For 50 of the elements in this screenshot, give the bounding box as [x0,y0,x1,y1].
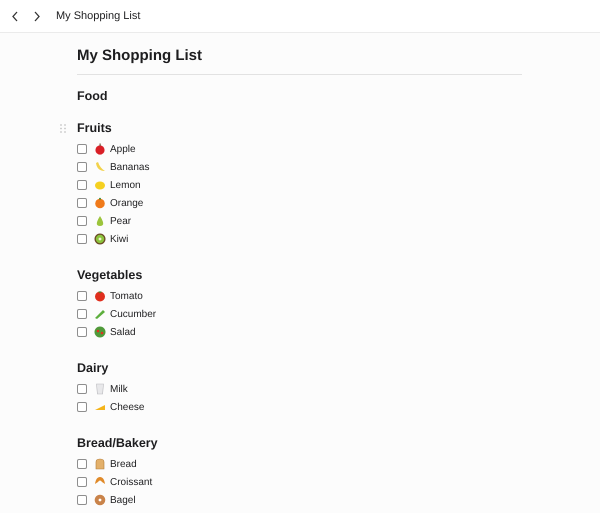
checkbox[interactable] [77,216,87,226]
category-heading: Vegetables [77,266,142,284]
bread-icon [94,458,106,470]
checkbox[interactable] [77,234,87,244]
lemon-icon [94,179,106,191]
item-label: Croissant [110,476,152,490]
checkbox[interactable] [77,495,87,505]
item-label: Salad [110,326,136,340]
item-label: Cucumber [110,308,156,322]
checkbox[interactable] [77,144,87,154]
page-title: My Shopping List [77,46,522,75]
cucumber-icon [94,308,106,320]
checkbox[interactable] [77,327,87,337]
checkbox[interactable] [77,162,87,172]
glass-icon [94,383,106,395]
bagel-icon [94,494,106,506]
drag-handle-icon[interactable] [60,124,66,132]
checkbox[interactable] [77,402,87,412]
checkbox[interactable] [77,477,87,487]
item-label: Cheese [110,400,144,414]
pear-icon [94,215,106,227]
section-heading: Food [77,88,109,105]
checkbox[interactable] [77,180,87,190]
item-label: Bananas [110,160,150,174]
item-label: Pear [110,214,132,228]
item-label: Lemon [110,178,141,192]
checkbox[interactable] [77,309,87,319]
tangerine-icon [94,197,106,209]
checkbox[interactable] [77,459,87,469]
banana-icon [94,161,106,173]
checkbox[interactable] [77,291,87,301]
apple-icon [94,143,106,155]
item-label: Bread [110,458,137,472]
item-label: Milk [110,382,128,396]
item-label: Tomato [110,290,143,304]
checkbox[interactable] [77,384,87,394]
category-heading: Fruits [77,120,112,137]
back-icon [11,10,19,22]
item-label: Apple [110,142,136,156]
category-heading: Bread/Bakery [77,434,158,452]
item-label: Bagel [110,494,136,508]
item-label: Orange [110,196,144,210]
window-title: My Shopping List [56,8,140,24]
kiwi-icon [94,233,106,245]
item-label: Kiwi [110,232,128,246]
tomato-icon [94,290,106,302]
forward-icon [33,10,41,22]
checkbox[interactable] [77,198,87,208]
salad-icon [94,326,106,338]
category-heading: Dairy [77,360,108,377]
